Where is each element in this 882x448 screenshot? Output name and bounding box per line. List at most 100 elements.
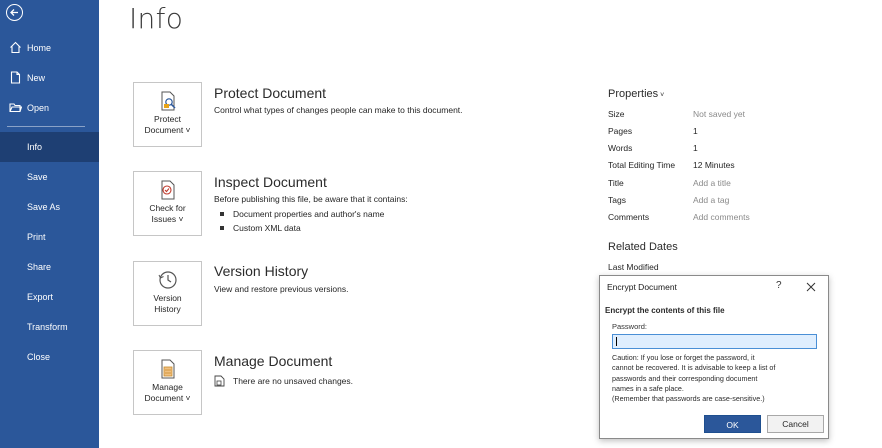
button-label-line1: Manage: [152, 382, 183, 392]
last-modified-label: Last Modified: [608, 262, 659, 272]
protect-document-desc: Control what types of changes people can…: [214, 105, 463, 115]
clock-history-icon: [158, 271, 177, 289]
caution-line: (Remember that passwords are case-sensit…: [612, 394, 765, 404]
nav-label: Info: [27, 142, 43, 152]
password-input[interactable]: [612, 334, 817, 349]
caution-line: cannot be recovered. It is advisable to …: [612, 363, 776, 373]
list-item: Custom XML data: [218, 221, 384, 235]
caution-line: Caution: If you lose or forget the passw…: [612, 353, 755, 362]
property-row-comments: Comments Add comments: [608, 212, 878, 226]
nav-item-print[interactable]: Print: [0, 222, 99, 252]
caution-line: names in a safe place.: [612, 383, 684, 393]
property-row-title: Title Add a title: [608, 178, 878, 192]
new-document-icon: [10, 71, 21, 84]
property-key: Pages: [608, 126, 633, 136]
ok-button[interactable]: OK: [704, 415, 761, 433]
dialog-title: Encrypt Document: [607, 282, 677, 292]
inspect-document-desc: Before publishing this file, be aware th…: [214, 194, 408, 204]
version-history-desc: View and restore previous versions.: [214, 284, 349, 294]
lock-document-icon: [161, 91, 176, 111]
nav-label: Save: [27, 172, 48, 182]
text-cursor: [616, 337, 617, 346]
manage-document-button[interactable]: Manage Document ˅: [133, 350, 202, 415]
folder-open-icon: [9, 103, 22, 113]
nav-label: Home: [27, 43, 52, 53]
list-item: Document properties and author's name: [218, 207, 384, 221]
back-arrow-icon[interactable]: [6, 4, 23, 21]
properties-heading[interactable]: Properties ˅: [608, 88, 664, 100]
add-comments-field[interactable]: Add comments: [693, 212, 750, 222]
page-title: Info: [129, 2, 184, 35]
add-tag-field[interactable]: Add a tag: [693, 195, 729, 205]
manage-document-desc: There are no unsaved changes.: [233, 376, 354, 386]
related-dates-heading: Related Dates: [608, 241, 678, 253]
version-history-button[interactable]: Version History: [133, 261, 202, 326]
protect-document-title: Protect Document: [214, 85, 327, 101]
cancel-button[interactable]: Cancel: [767, 415, 824, 433]
button-label-line1: Protect: [154, 114, 181, 124]
add-title-field[interactable]: Add a title: [693, 178, 731, 188]
property-key: Title: [608, 178, 624, 188]
nav-label: Share: [27, 262, 52, 272]
nav-item-home[interactable]: Home: [0, 33, 99, 63]
manage-document-title: Manage Document: [214, 353, 333, 369]
nav-item-new[interactable]: New: [0, 63, 99, 93]
dialog-heading: Encrypt the contents of this file: [605, 306, 725, 315]
nav-item-open[interactable]: Open: [0, 93, 99, 123]
property-key: Size: [608, 109, 625, 119]
nav-label: Save As: [27, 202, 61, 212]
nav-label: Open: [27, 103, 50, 113]
property-key: Tags: [608, 195, 626, 205]
properties-heading-label: Properties: [608, 88, 659, 100]
nav-item-save-as[interactable]: Save As: [0, 192, 99, 222]
button-label-line1: Check for: [149, 203, 186, 213]
nav-item-close[interactable]: Close: [0, 342, 99, 372]
nav-label: Print: [27, 232, 46, 242]
chevron-down-icon: ˅: [660, 92, 665, 99]
button-label-line2: Document ˅: [144, 393, 191, 403]
property-value: 1: [693, 126, 698, 136]
inspect-document-icon: [161, 180, 174, 200]
nav-label: Close: [27, 352, 51, 362]
document-status-icon: [214, 375, 225, 387]
nav-item-export[interactable]: Export: [0, 282, 99, 312]
property-key: Total Editing Time: [608, 160, 676, 170]
button-label-line2: Document ˅: [144, 125, 191, 135]
property-row-size: Size Not saved yet: [608, 109, 878, 123]
protect-document-button[interactable]: Protect Document ˅: [133, 82, 202, 147]
close-icon[interactable]: [805, 280, 817, 292]
property-row-tags: Tags Add a tag: [608, 195, 878, 209]
inspect-document-title: Inspect Document: [214, 174, 327, 190]
check-for-issues-button[interactable]: Check for Issues ˅: [133, 171, 202, 236]
manage-document-icon: [161, 359, 174, 379]
nav-label: New: [27, 73, 46, 83]
caution-line: passwords and their corresponding docume…: [612, 373, 758, 383]
backstage-sidebar: Home New Open Info Save Save As Print Sh…: [0, 0, 99, 448]
nav-label: Transform: [27, 322, 68, 332]
manage-document-status: There are no unsaved changes.: [214, 375, 353, 387]
property-row-words: Words 1: [608, 143, 878, 157]
button-label-line2: History: [154, 304, 181, 314]
property-row-editing-time: Total Editing Time 12 Minutes: [608, 160, 878, 174]
nav-divider: [7, 126, 85, 127]
property-key: Comments: [608, 212, 650, 222]
button-label-line1: Version: [153, 293, 182, 303]
property-value: 1: [693, 143, 698, 153]
inspect-bullet-list: Document properties and author's name Cu…: [218, 207, 384, 235]
password-label: Password:: [612, 322, 648, 331]
property-row-pages: Pages 1: [608, 126, 878, 140]
caution-text: Caution: If you lose or forget the passw…: [612, 353, 824, 404]
nav-item-transform[interactable]: Transform: [0, 312, 99, 342]
property-key: Words: [608, 143, 633, 153]
encrypt-document-dialog: Encrypt Document ? Encrypt the contents …: [599, 275, 829, 439]
nav-item-info[interactable]: Info: [0, 132, 99, 162]
help-icon[interactable]: ?: [776, 280, 782, 291]
property-value: 12 Minutes: [693, 160, 735, 170]
nav-item-share[interactable]: Share: [0, 252, 99, 282]
property-value: Not saved yet: [693, 109, 745, 119]
button-label-line2: Issues ˅: [151, 214, 184, 224]
version-history-title: Version History: [214, 263, 309, 279]
home-icon: [10, 41, 21, 54]
nav-label: Export: [27, 292, 54, 302]
nav-item-save[interactable]: Save: [0, 162, 99, 192]
